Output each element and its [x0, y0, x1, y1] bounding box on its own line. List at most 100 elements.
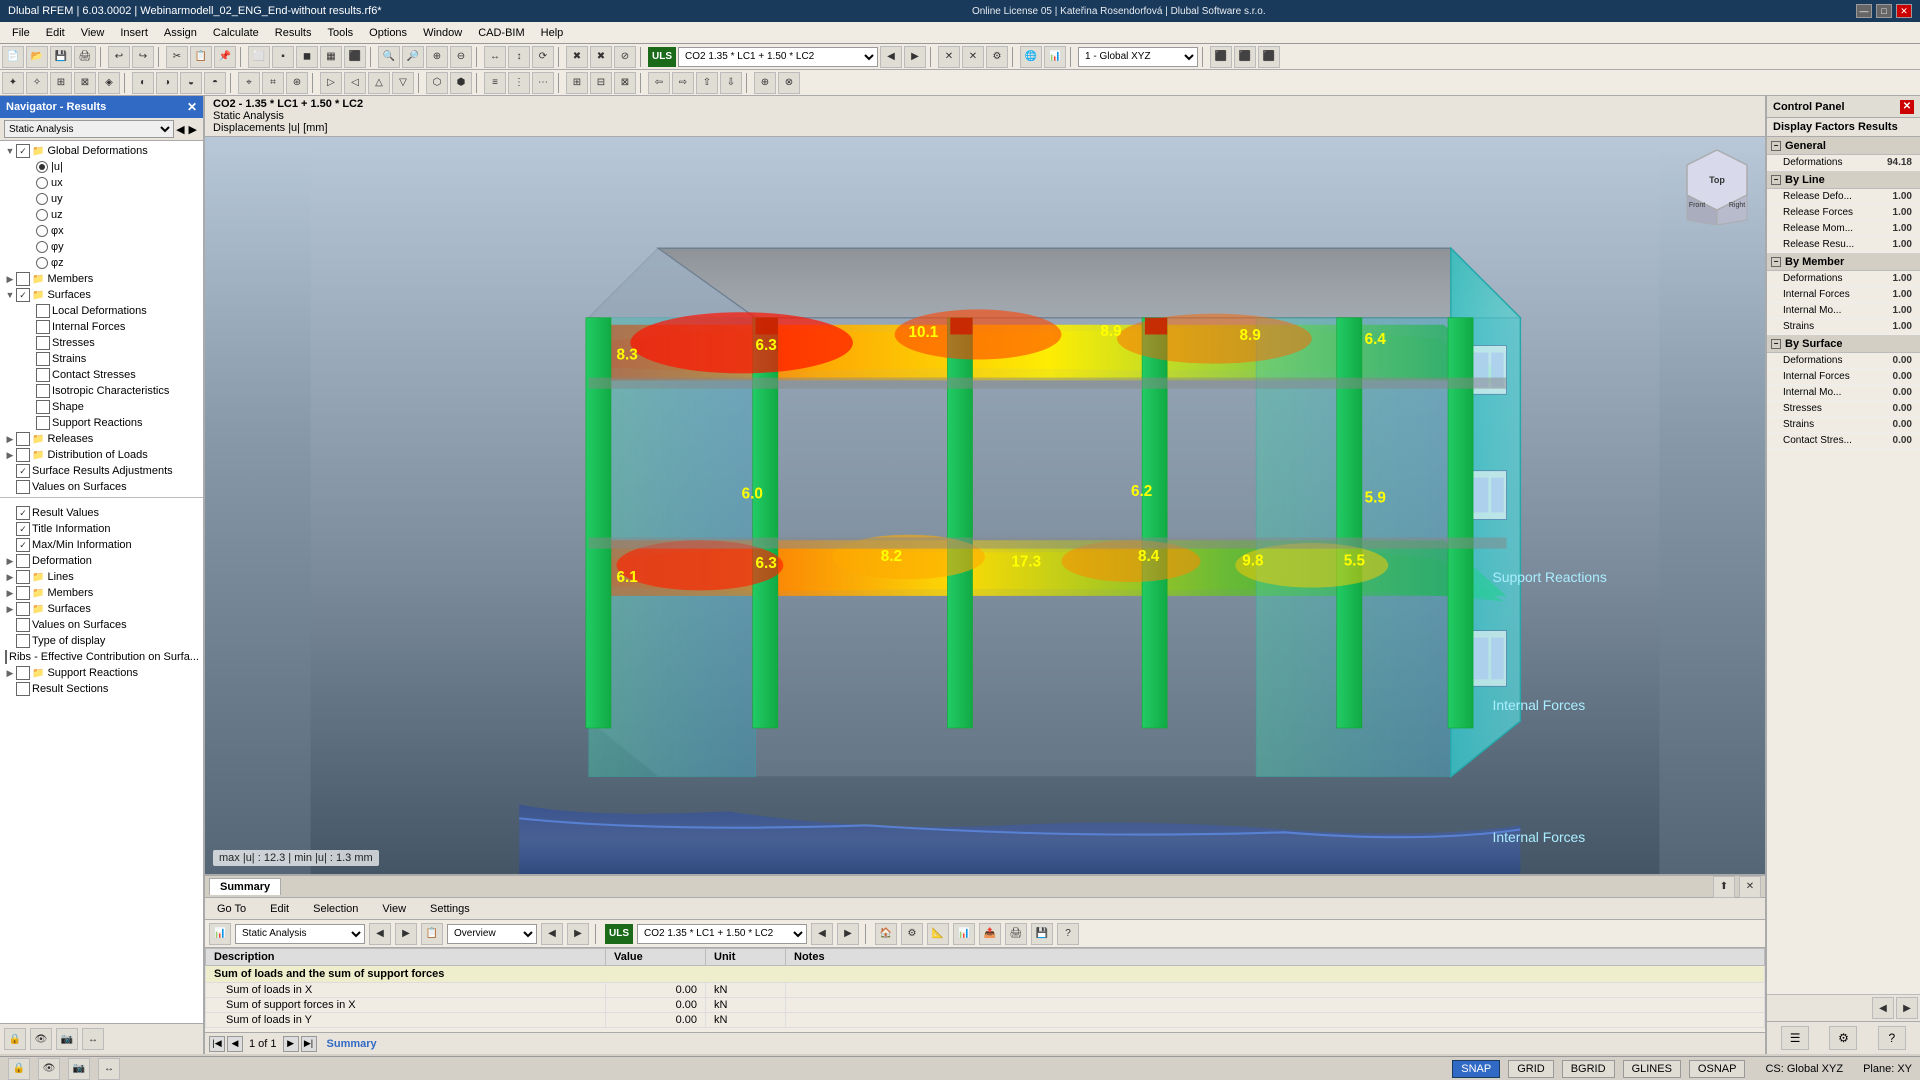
cp-surf-stresses-val[interactable]: 0.00 [1893, 403, 1912, 414]
cp-scroll-right[interactable]: ▶ [1896, 997, 1918, 1019]
check-releases[interactable] [16, 432, 30, 446]
tb2-icon17[interactable]: ⬡ [426, 72, 448, 94]
check-strains[interactable] [36, 352, 50, 366]
tree-item-values-surf-2[interactable]: Values on Surfaces [0, 617, 203, 633]
menu-options[interactable]: Options [361, 25, 415, 41]
combo-case[interactable]: CO2 1.35 * LC1 + 1.50 * LC2 [678, 47, 878, 67]
tb2-icon9[interactable]: ◓ [204, 72, 226, 94]
cp-icon-table[interactable]: ☰ [1781, 1026, 1809, 1050]
cp-release-resu-val[interactable]: 1.00 [1893, 239, 1912, 250]
tree-item-maxmin[interactable]: ✓ Max/Min Information [0, 537, 203, 553]
tree-item-shape[interactable]: Shape [0, 399, 203, 415]
btn-snap[interactable]: SNAP [1452, 1060, 1500, 1078]
cp-collapse-general[interactable]: − [1771, 141, 1781, 151]
check-surface-results[interactable]: ✓ [16, 464, 30, 478]
btn-bgrid[interactable]: BGRID [1562, 1060, 1615, 1078]
status-icon2[interactable]: 👁 [38, 1058, 60, 1080]
check-values-surf-2[interactable] [16, 618, 30, 632]
expander-lines[interactable]: ▶ [4, 572, 16, 583]
btn-glines[interactable]: GLINES [1623, 1060, 1681, 1078]
new-button[interactable]: 📄 [2, 46, 24, 68]
menu-results[interactable]: Results [267, 25, 320, 41]
tb2-icon18[interactable]: ⬢ [450, 72, 472, 94]
tb2-icon30[interactable]: ⊗ [778, 72, 800, 94]
cp-icon-settings[interactable]: ⚙ [1829, 1026, 1857, 1050]
tb2-icon21[interactable]: ⋯ [532, 72, 554, 94]
cp-mem-intmo-val[interactable]: 1.00 [1893, 305, 1912, 316]
check-deformation[interactable] [16, 554, 30, 568]
tree-item-phiz[interactable]: φz [0, 255, 203, 271]
menu-goto[interactable]: Go To [209, 901, 254, 917]
cp-collapse-byline[interactable]: − [1771, 175, 1781, 185]
tb2-icon1[interactable]: ✦ [2, 72, 24, 94]
tb-icon2[interactable]: ▪ [272, 46, 294, 68]
summ-icon7[interactable]: 📤 [979, 923, 1001, 945]
menu-edit[interactable]: Edit [38, 25, 73, 41]
print-button[interactable]: 🖨 [74, 46, 96, 68]
combo-overview[interactable]: Overview [447, 924, 537, 944]
tb2-icon13[interactable]: ▷ [320, 72, 342, 94]
cp-surf-internal-val[interactable]: 0.00 [1893, 371, 1912, 382]
tree-item-phix[interactable]: φx [0, 223, 203, 239]
cp-icon-help[interactable]: ? [1878, 1026, 1906, 1050]
check-global-deform[interactable]: ✓ [16, 144, 30, 158]
tb-icon4[interactable]: ▦ [320, 46, 342, 68]
tree-item-values-surf[interactable]: Values on Surfaces [0, 479, 203, 495]
summ-icon2[interactable]: 📋 [421, 923, 443, 945]
nav-icon1[interactable]: 🔒 [4, 1028, 26, 1050]
tb2-icon3[interactable]: ⊞ [50, 72, 72, 94]
check-members-2[interactable] [16, 586, 30, 600]
tree-item-title-info[interactable]: ✓ Title Information [0, 521, 203, 537]
check-internal-forces[interactable] [36, 320, 50, 334]
check-contact[interactable] [36, 368, 50, 382]
tb2-icon6[interactable]: ◐ [132, 72, 154, 94]
check-maxmin[interactable]: ✓ [16, 538, 30, 552]
cp-close-button[interactable]: ✕ [1900, 100, 1914, 114]
menu-view-summ[interactable]: View [374, 901, 414, 917]
check-support[interactable] [16, 666, 30, 680]
menu-insert[interactable]: Insert [112, 25, 156, 41]
tb-icon3[interactable]: ◼ [296, 46, 318, 68]
cp-section-general[interactable]: − General [1767, 137, 1920, 155]
navigator-close[interactable]: ✕ [187, 100, 197, 114]
tree-item-surfaces-2[interactable]: ▶ 📁 Surfaces [0, 601, 203, 617]
radio-phiy[interactable] [36, 241, 48, 253]
last-page[interactable]: ▶| [301, 1036, 317, 1052]
cut-button[interactable]: ✂ [166, 46, 188, 68]
tree-item-support-reactions[interactable]: ▶ 📁 Support Reactions [0, 665, 203, 681]
check-local-def[interactable] [36, 304, 50, 318]
tb-icon12[interactable]: ⟳ [532, 46, 554, 68]
tb-icon16[interactable]: ✕ [938, 46, 960, 68]
expander-distrib[interactable]: ▶ [4, 450, 16, 461]
paste-button[interactable]: 📌 [214, 46, 236, 68]
nav-prev-arrow[interactable]: ◀ [174, 123, 186, 136]
tree-item-members-2[interactable]: ▶ 📁 Members [0, 585, 203, 601]
tb-icon10[interactable]: ↔ [484, 46, 506, 68]
nav-filter-select[interactable]: Static Analysis [4, 120, 174, 138]
tb2-icon11[interactable]: ⌗ [262, 72, 284, 94]
summary-close[interactable]: ✕ [1739, 876, 1761, 898]
check-result-sections[interactable] [16, 682, 30, 696]
tb2-icon20[interactable]: ⋮ [508, 72, 530, 94]
expander-members-2[interactable]: ▶ [4, 588, 16, 599]
radio-phiz[interactable] [36, 257, 48, 269]
check-distrib[interactable] [16, 448, 30, 462]
summ-next2[interactable]: ▶ [567, 923, 589, 945]
summ-prev[interactable]: ◀ [369, 923, 391, 945]
tb2-icon7[interactable]: ◑ [156, 72, 178, 94]
btn-osnap[interactable]: OSNAP [1689, 1060, 1746, 1078]
menu-file[interactable]: File [4, 25, 38, 41]
status-icon4[interactable]: ↔ [98, 1058, 120, 1080]
check-isotropic[interactable] [36, 384, 50, 398]
tb2-icon16[interactable]: ▽ [392, 72, 414, 94]
tree-item-uy[interactable]: uy [0, 191, 203, 207]
summ-next[interactable]: ▶ [395, 923, 417, 945]
cp-section-bymember[interactable]: − By Member [1767, 253, 1920, 271]
minimize-button[interactable]: — [1856, 4, 1872, 18]
tree-item-support-reactions-surf[interactable]: Support Reactions [0, 415, 203, 431]
radio-uz[interactable] [36, 209, 48, 221]
tb2-icon28[interactable]: ⇩ [720, 72, 742, 94]
tb-icon8[interactable]: ⊕ [426, 46, 448, 68]
redo-button[interactable]: ↪ [132, 46, 154, 68]
nav-icon4[interactable]: ↔ [82, 1028, 104, 1050]
